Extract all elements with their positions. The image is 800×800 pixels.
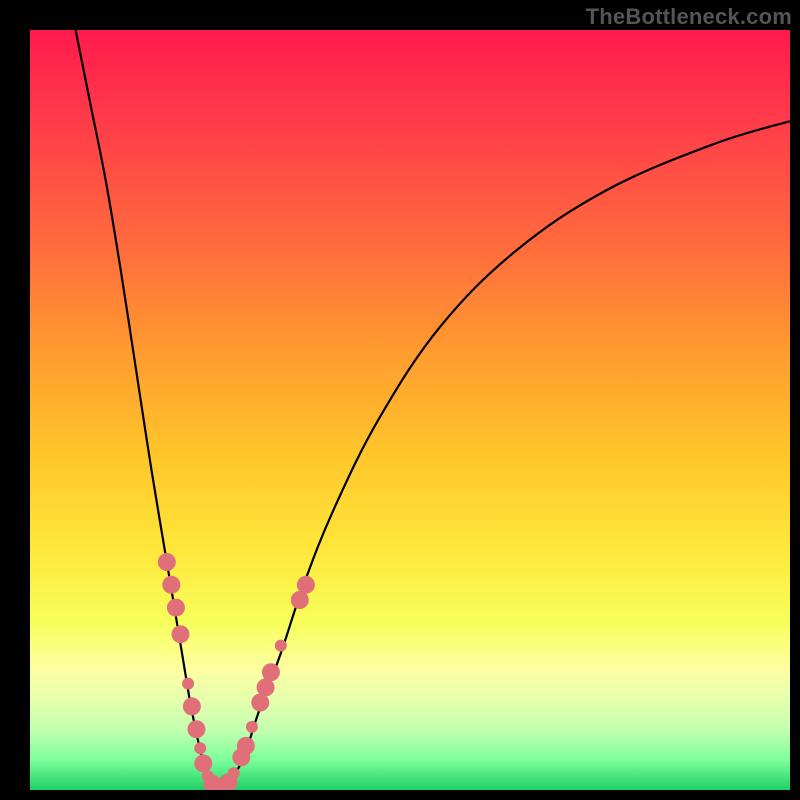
bottleneck-curve-path (76, 30, 790, 790)
curve-marker (297, 576, 315, 594)
chart-frame: TheBottleneck.com (0, 0, 800, 800)
curve-marker (167, 599, 185, 617)
curve-marker (246, 721, 258, 733)
curve-marker (237, 737, 255, 755)
curve-marker (194, 754, 212, 772)
curve-marker (194, 742, 206, 754)
watermark-text: TheBottleneck.com (586, 4, 792, 30)
curve-markers (158, 553, 315, 790)
curve-marker (171, 625, 189, 643)
curve-marker (275, 640, 287, 652)
curve-marker (262, 663, 280, 681)
curve-marker (228, 767, 240, 779)
curve-marker (162, 576, 180, 594)
plot-area (30, 30, 790, 790)
curve-svg (30, 30, 790, 790)
curve-marker (182, 678, 194, 690)
curve-marker (187, 720, 205, 738)
curve-marker (158, 553, 176, 571)
curve-marker (183, 697, 201, 715)
